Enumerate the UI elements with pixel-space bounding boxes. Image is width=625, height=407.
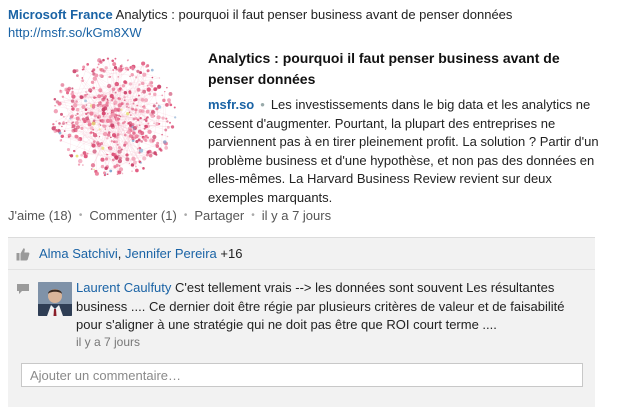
- share-card: Analytics : pourquoi il faut penser busi…: [8, 44, 618, 194]
- share-button[interactable]: Partager: [194, 208, 244, 223]
- social-panel: Alma Satchivi, Jennifer Pereira +16 Laur…: [8, 237, 595, 407]
- liker-link[interactable]: Alma Satchivi: [39, 246, 118, 261]
- post-header: Microsoft France Analytics : pourquoi il…: [8, 6, 618, 42]
- like-button[interactable]: J'aime (18): [8, 208, 72, 223]
- likes-text: Alma Satchivi, Jennifer Pereira +16: [39, 246, 242, 261]
- thumbs-up-icon: [16, 247, 30, 261]
- likes-row: Alma Satchivi, Jennifer Pereira +16: [8, 238, 595, 270]
- comment-bubble-icon: [16, 283, 30, 295]
- network-graph-image[interactable]: [46, 48, 182, 184]
- comment-body: Laurent Caulfuty C'est tellement vrais -…: [76, 279, 588, 349]
- post-actions: J'aime (18)•Commenter (1)•Partager•il y …: [8, 208, 331, 223]
- post-timestamp: il y a 7 jours: [262, 208, 331, 223]
- add-comment-input[interactable]: [21, 363, 583, 387]
- comment-timestamp: il y a 7 jours: [76, 335, 588, 349]
- card-description-text: Les investissements dans le big data et …: [208, 97, 599, 205]
- post-headline: Analytics : pourquoi il faut penser busi…: [116, 7, 513, 22]
- person-avatar-icon: [38, 282, 72, 316]
- card-separator: •: [254, 97, 271, 112]
- card-title-link[interactable]: Analytics : pourquoi il faut penser busi…: [208, 48, 606, 90]
- more-likers-count[interactable]: +16: [220, 246, 242, 261]
- comment-button[interactable]: Commenter (1): [89, 208, 176, 223]
- card-text: Analytics : pourquoi il faut penser busi…: [208, 48, 606, 207]
- liker-link[interactable]: Jennifer Pereira: [125, 246, 217, 261]
- card-description: msfr.so•Les investissements dans le big …: [208, 96, 606, 207]
- shared-url-link[interactable]: http://msfr.so/kGm8XW: [8, 24, 618, 42]
- comment-author-link[interactable]: Laurent Caulfuty: [76, 280, 171, 295]
- avatar[interactable]: [38, 282, 72, 316]
- action-separator: •: [177, 210, 195, 221]
- card-source-link[interactable]: msfr.so: [208, 97, 254, 112]
- action-separator: •: [72, 210, 90, 221]
- comment-item: Laurent Caulfuty C'est tellement vrais -…: [8, 275, 595, 345]
- post-author-link[interactable]: Microsoft France: [8, 7, 113, 22]
- action-separator: •: [244, 210, 262, 221]
- liker-separator: ,: [118, 246, 125, 261]
